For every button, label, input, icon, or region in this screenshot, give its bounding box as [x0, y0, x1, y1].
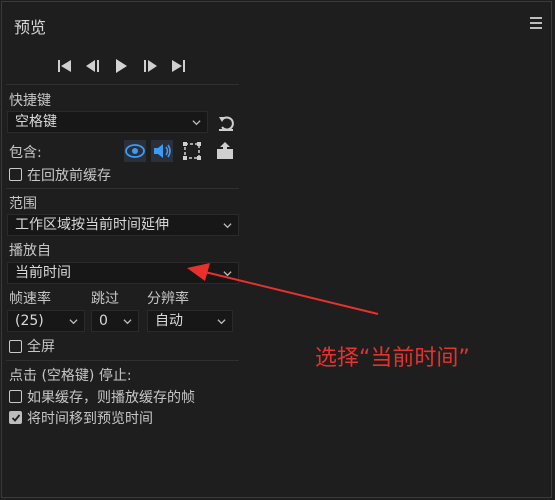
annotation-text: 选择“当前时间” [315, 346, 470, 371]
annotation-arrow [187, 263, 379, 315]
